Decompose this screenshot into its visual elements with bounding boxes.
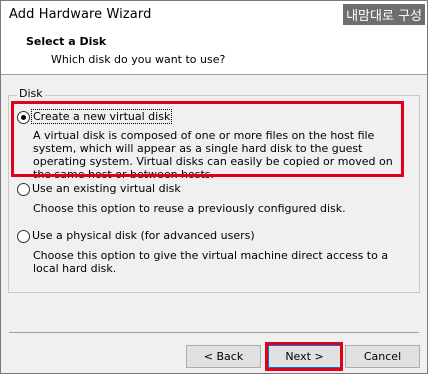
- window-title: Add Hardware Wizard: [9, 7, 152, 22]
- group-label: Disk: [17, 87, 45, 100]
- page-title: Select a Disk: [26, 35, 107, 48]
- footer-divider: [9, 332, 419, 333]
- radio-physical-disk[interactable]: [17, 230, 30, 243]
- radio-create-new-disk[interactable]: [17, 111, 30, 124]
- option-description-existing: Choose this option to reuse a previously…: [33, 202, 346, 215]
- title-bar: Add Hardware Wizard 내맘대로 구성: [1, 1, 427, 31]
- option-description-create-new: A virtual disk is composed of one or mor…: [33, 129, 393, 181]
- option-description-physical: Choose this option to give the virtual m…: [33, 249, 389, 275]
- radio-existing-disk[interactable]: [17, 183, 30, 196]
- wizard-window: Add Hardware Wizard 내맘대로 구성 Select a Dis…: [0, 0, 428, 374]
- next-button[interactable]: Next >: [268, 345, 341, 368]
- option-label-physical[interactable]: Use a physical disk (for advanced users): [32, 229, 255, 242]
- back-button[interactable]: < Back: [186, 345, 261, 368]
- disk-groupbox: Disk Create a new virtual disk A virtual…: [8, 87, 420, 293]
- page-subtitle: Which disk do you want to use?: [51, 53, 226, 66]
- watermark: 내맘대로 구성: [343, 4, 425, 25]
- option-label-create-new[interactable]: Create a new virtual disk: [30, 109, 173, 124]
- option-label-existing[interactable]: Use an existing virtual disk: [32, 182, 181, 195]
- wizard-header: Select a Disk Which disk do you want to …: [1, 31, 427, 75]
- cancel-button[interactable]: Cancel: [345, 345, 420, 368]
